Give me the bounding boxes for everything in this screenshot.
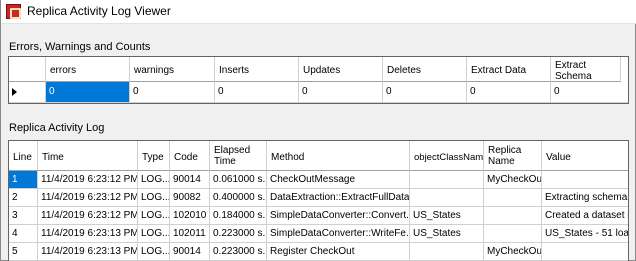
errors-corner-header	[9, 57, 46, 82]
log-cell-replica-name[interactable]: MyCheckOut	[484, 171, 542, 189]
log-cell-line[interactable]: 4	[9, 225, 38, 243]
log-cell-objectclassname[interactable]: US_States	[410, 207, 484, 225]
log-cell-time[interactable]: 11/4/2019 6:23:13 PM	[38, 243, 138, 261]
log-table-row[interactable]: 4 11/4/2019 6:23:13 PM LOG... 102011 0.22300…	[9, 225, 628, 243]
log-col-header-elapsed-time[interactable]: Elapsed Time	[210, 141, 267, 171]
log-cell-objectclassname[interactable]	[410, 243, 484, 261]
log-cell-method[interactable]: SimpleDataConverter::Convert...	[267, 207, 410, 225]
log-cell-method[interactable]: Register CheckOut	[267, 243, 410, 261]
log-cell-time[interactable]: 11/4/2019 6:23:13 PM	[38, 225, 138, 243]
log-cell-code[interactable]: 90014	[170, 243, 210, 261]
log-cell-method[interactable]: SimpleDataConverter::WriteFe...	[267, 225, 410, 243]
log-col-header-code[interactable]: Code	[170, 141, 210, 171]
errors-value-inserts[interactable]: 0	[215, 82, 299, 103]
title-bar: Replica Activity Log Viewer	[1, 0, 636, 24]
log-cell-type[interactable]: LOG...	[138, 243, 170, 261]
log-cell-replica-name[interactable]	[484, 225, 542, 243]
log-cell-elapsed-time[interactable]: 0.400000 s...	[210, 189, 267, 207]
errors-header-row: errors warnings Inserts Updates Deletes …	[9, 57, 628, 82]
log-cell-code[interactable]: 90082	[170, 189, 210, 207]
log-cell-type[interactable]: LOG...	[138, 225, 170, 243]
log-cell-replica-name[interactable]	[484, 207, 542, 225]
errors-col-header-deletes[interactable]: Deletes	[383, 57, 467, 82]
current-row-arrow-icon	[12, 88, 17, 96]
log-section-label: Replica Activity Log	[9, 122, 105, 134]
log-col-header-method[interactable]: Method	[267, 141, 410, 171]
log-cell-elapsed-time[interactable]: 0.223000 s...	[210, 243, 267, 261]
log-grid: Line Time Type Code Elapsed Time Method …	[8, 140, 629, 261]
log-table-row[interactable]: 1 11/4/2019 6:23:12 PM LOG... 90014 0.061000…	[9, 171, 628, 189]
log-header-row: Line Time Type Code Elapsed Time Method …	[9, 141, 628, 171]
log-cell-objectclassname[interactable]	[410, 171, 484, 189]
errors-col-header-extract-data[interactable]: Extract Data	[467, 57, 551, 82]
errors-value-updates[interactable]: 0	[299, 82, 383, 103]
log-cell-code[interactable]: 102011	[170, 225, 210, 243]
errors-row-header[interactable]	[9, 82, 46, 103]
log-table-row[interactable]: 5 11/4/2019 6:23:13 PM LOG... 90014 0.223000…	[9, 243, 628, 261]
log-cell-code[interactable]: 90014	[170, 171, 210, 189]
log-cell-value[interactable]: Created a dataset in...	[542, 207, 628, 225]
log-cell-elapsed-time[interactable]: 0.223000 s...	[210, 225, 267, 243]
log-cell-value[interactable]	[542, 243, 628, 261]
log-cell-objectclassname[interactable]	[410, 189, 484, 207]
errors-value-extract-data[interactable]: 0	[467, 82, 551, 103]
errors-col-header-updates[interactable]: Updates	[299, 57, 383, 82]
log-cell-line[interactable]: 3	[9, 207, 38, 225]
log-col-header-replica-name[interactable]: Replica Name	[484, 141, 542, 171]
errors-value-deletes[interactable]: 0	[383, 82, 467, 103]
log-cell-code[interactable]: 102010	[170, 207, 210, 225]
log-cell-method[interactable]: CheckOutMessage	[267, 171, 410, 189]
log-col-header-value[interactable]: Value	[542, 141, 628, 171]
log-cell-replica-name[interactable]	[484, 189, 542, 207]
log-cell-value[interactable]: Extracting schema d...	[542, 189, 628, 207]
errors-value-errors[interactable]: 0	[46, 82, 130, 103]
log-cell-line[interactable]: 2	[9, 189, 38, 207]
errors-col-header-extract-schema[interactable]: Extract Schema	[551, 57, 621, 82]
log-col-header-type[interactable]: Type	[138, 141, 170, 171]
log-table-row[interactable]: 2 11/4/2019 6:23:12 PM LOG... 90082 0.400000…	[9, 189, 628, 207]
log-cell-time[interactable]: 11/4/2019 6:23:12 PM	[38, 189, 138, 207]
log-cell-type[interactable]: LOG...	[138, 189, 170, 207]
log-col-header-time[interactable]: Time	[38, 141, 138, 171]
log-cell-objectclassname[interactable]: US_States	[410, 225, 484, 243]
errors-grid: errors warnings Inserts Updates Deletes …	[8, 56, 629, 104]
log-cell-value[interactable]: US_States - 51 load...	[542, 225, 628, 243]
log-col-header-line[interactable]: Line	[9, 141, 38, 171]
log-cell-value[interactable]	[542, 171, 628, 189]
errors-col-header-inserts[interactable]: Inserts	[215, 57, 299, 82]
errors-value-extract-schema[interactable]: 0	[551, 82, 628, 103]
app-window: Replica Activity Log Viewer Errors, Warn…	[0, 0, 636, 261]
errors-section-label: Errors, Warnings and Counts	[9, 41, 151, 53]
log-table-row[interactable]: 3 11/4/2019 6:23:12 PM LOG... 102010 0.18400…	[9, 207, 628, 225]
window-title: Replica Activity Log Viewer	[27, 4, 171, 18]
app-icon	[6, 4, 21, 19]
log-cell-type[interactable]: LOG...	[138, 207, 170, 225]
errors-col-header-errors[interactable]: errors	[46, 57, 130, 82]
log-col-header-objectclassname[interactable]: objectClassName	[410, 141, 484, 171]
errors-value-warnings[interactable]: 0	[130, 82, 215, 103]
log-cell-replica-name[interactable]: MyCheckOut	[484, 243, 542, 261]
log-cell-line[interactable]: 5	[9, 243, 38, 261]
errors-data-row[interactable]: 0 0 0 0 0 0 0	[9, 82, 628, 103]
log-cell-elapsed-time[interactable]: 0.061000 s...	[210, 171, 267, 189]
log-cell-line[interactable]: 1	[9, 171, 38, 189]
log-cell-time[interactable]: 11/4/2019 6:23:12 PM	[38, 207, 138, 225]
log-cell-method[interactable]: DataExtraction::ExtractFullData	[267, 189, 410, 207]
log-cell-type[interactable]: LOG...	[138, 171, 170, 189]
errors-col-header-warnings[interactable]: warnings	[130, 57, 215, 82]
log-cell-elapsed-time[interactable]: 0.184000 s...	[210, 207, 267, 225]
log-cell-time[interactable]: 11/4/2019 6:23:12 PM	[38, 171, 138, 189]
